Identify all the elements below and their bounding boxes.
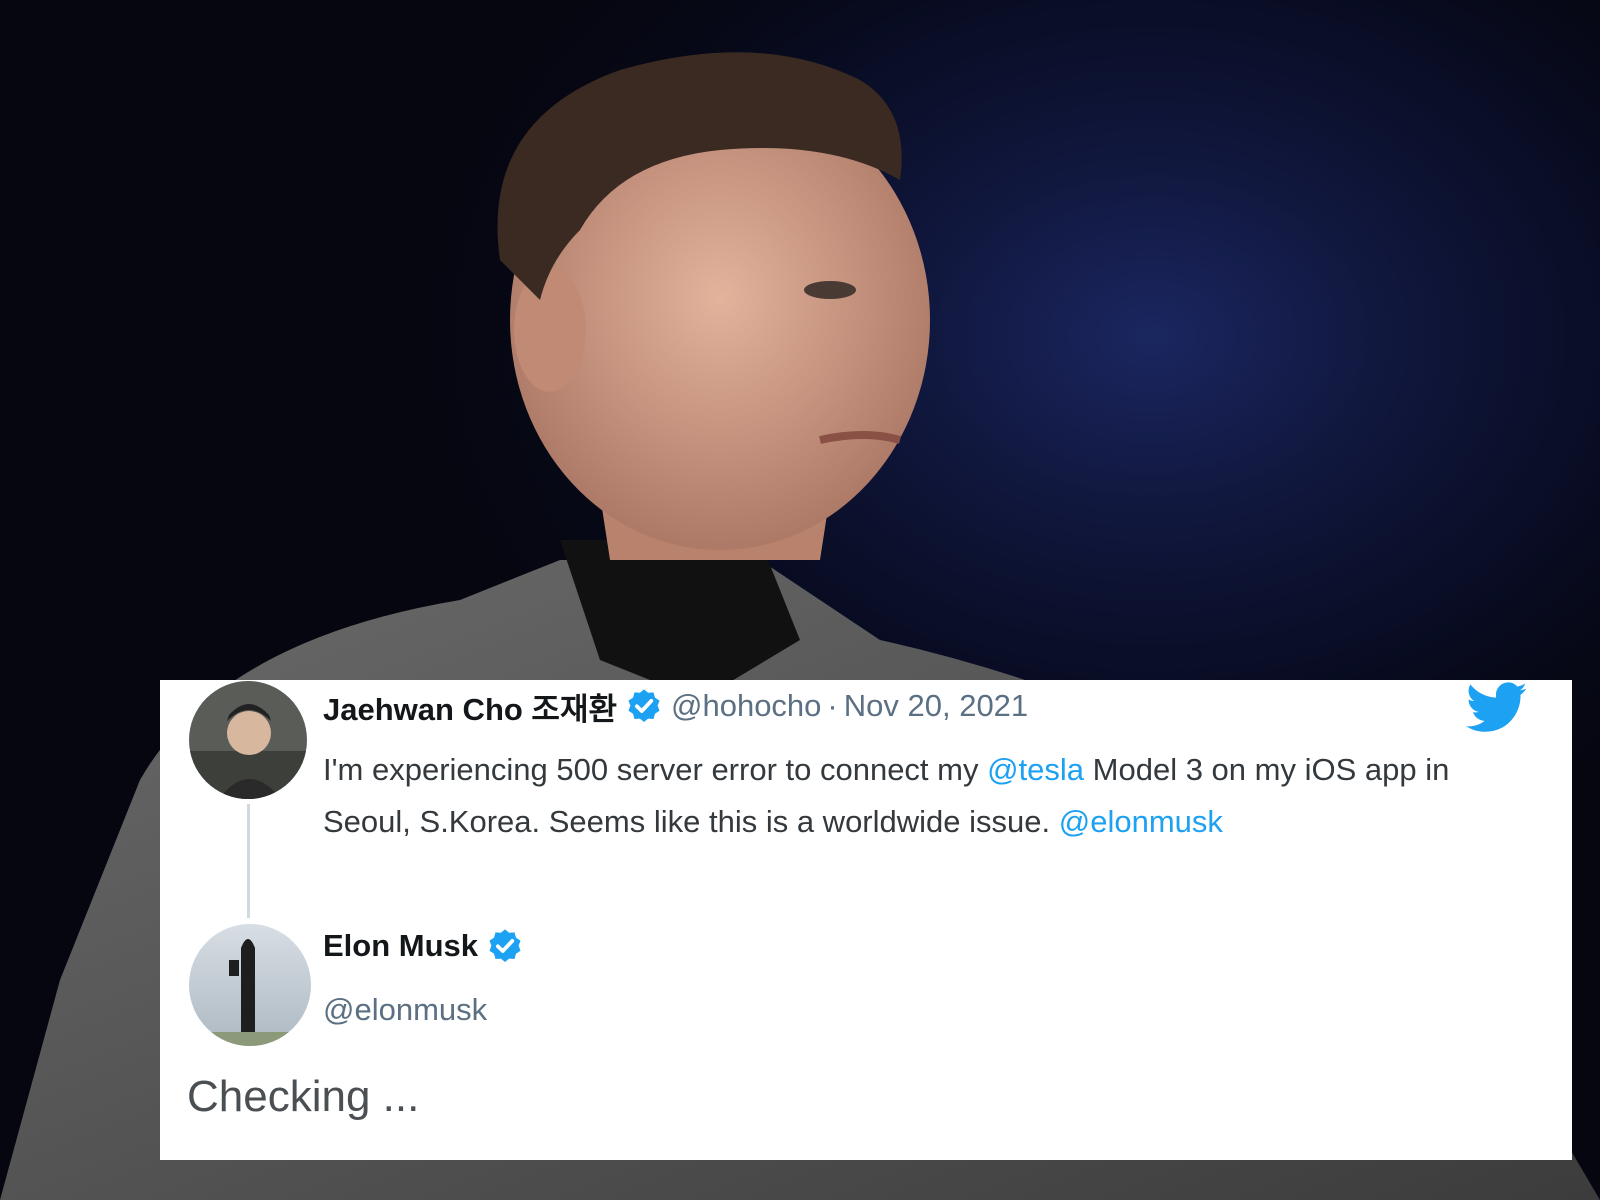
tweet-text-segment: I'm experiencing 500 server error to con… bbox=[323, 752, 988, 787]
avatar-elon-musk[interactable] bbox=[189, 924, 311, 1046]
original-display-name[interactable]: Jaehwan Cho 조재환 bbox=[323, 684, 617, 729]
avatar-jaehwan-cho[interactable] bbox=[189, 681, 307, 799]
avatar-photo-icon bbox=[189, 681, 307, 799]
reply-tweet-header: Elon Musk bbox=[323, 920, 532, 972]
original-date[interactable]: Nov 20, 2021 bbox=[844, 688, 1028, 724]
thread-connector-line bbox=[247, 804, 250, 918]
original-handle[interactable]: @hohocho bbox=[671, 688, 821, 724]
mention-link-elonmusk[interactable]: @elonmusk bbox=[1059, 804, 1223, 839]
tweet-card: Jaehwan Cho 조재환 @hohocho · Nov 20, 2021 … bbox=[160, 680, 1572, 1160]
mention-link-tesla[interactable]: @tesla bbox=[987, 752, 1084, 787]
verified-badge-icon bbox=[489, 929, 521, 962]
twitter-bird-icon bbox=[1466, 682, 1527, 732]
reply-handle[interactable]: @elonmusk bbox=[323, 992, 487, 1028]
reply-display-name[interactable]: Elon Musk bbox=[323, 928, 478, 964]
reply-tweet-text: Checking ... bbox=[187, 1072, 420, 1121]
meta-separator: · bbox=[827, 688, 838, 723]
original-tweet-text: I'm experiencing 500 server error to con… bbox=[323, 744, 1543, 848]
original-tweet-header: Jaehwan Cho 조재환 @hohocho · Nov 20, 2021 bbox=[323, 680, 1028, 732]
verified-badge-icon bbox=[628, 689, 660, 722]
avatar-starship-icon bbox=[189, 924, 311, 1046]
